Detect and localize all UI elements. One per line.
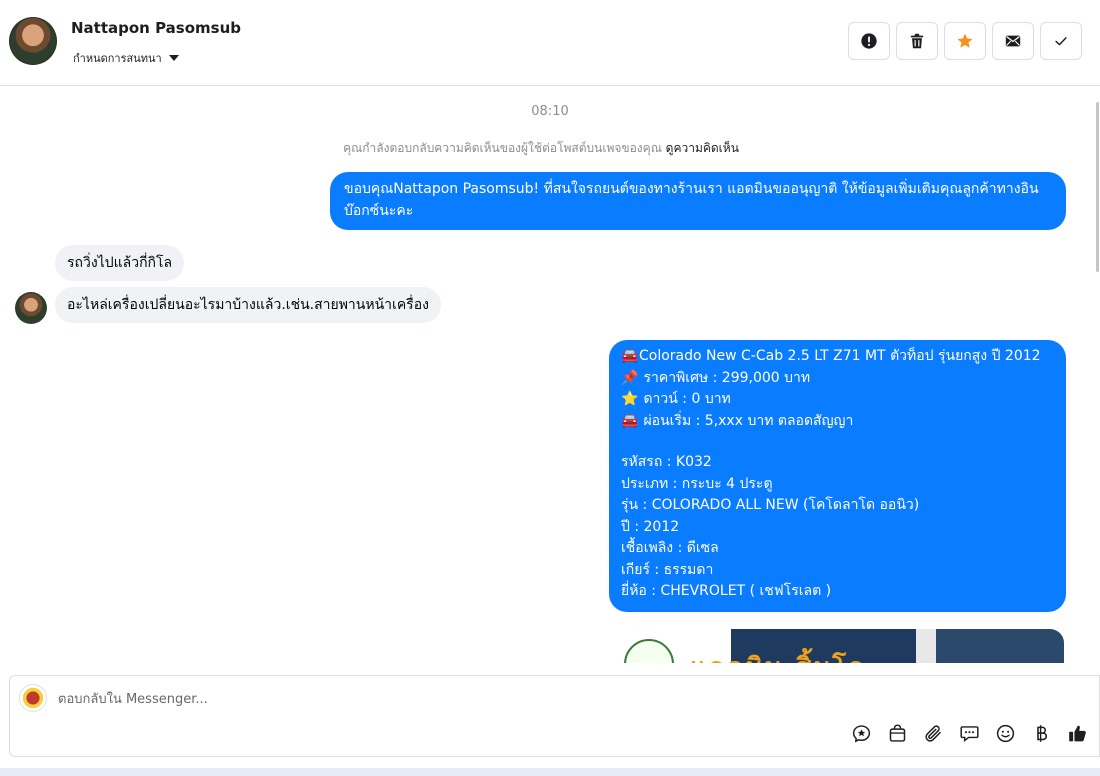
payment-button[interactable] — [1029, 721, 1053, 745]
quick-reply-button[interactable] — [957, 721, 981, 745]
car-icon: 🚘 — [621, 348, 639, 364]
paperclip-icon — [924, 724, 941, 742]
reply-input[interactable] — [58, 688, 958, 710]
mark-unread-button[interactable] — [992, 22, 1034, 60]
listing-price-line: 📌 ราคาพิเศษ : 299,000 บาท — [621, 368, 1054, 390]
message-list[interactable]: 08:10 คุณกำลังตอบกลับความคิดเห็นของผู้ใช… — [0, 87, 1100, 663]
listing-installment: ผ่อนเริ่ม : 5,xxx บาท ตลอดสัญญา — [643, 412, 854, 429]
reply-composer — [9, 675, 1100, 757]
like-button[interactable] — [1065, 721, 1089, 745]
trash-icon — [910, 33, 924, 49]
mark-spam-button[interactable] — [848, 22, 890, 60]
sender-avatar[interactable] — [15, 292, 47, 324]
composer-toolbar — [849, 721, 1089, 745]
message-text: รถวิ่งไปแล้วกี่กิโล — [67, 255, 173, 271]
check-icon — [1055, 37, 1067, 46]
message-timestamp: 08:10 — [531, 104, 569, 119]
assign-conversation-dropdown[interactable]: กำหนดการสนทนา — [73, 49, 179, 67]
caret-down-icon — [168, 55, 179, 61]
notice-text: คุณกำลังตอบกลับความคิดเห็นของผู้ใช้ต่อโพ… — [343, 141, 662, 155]
thread-header: Nattapon Pasomsub กำหนดการสนทนา — [0, 0, 1100, 86]
listing-headline-line: 🚘Colorado New C-Cab 2.5 LT Z71 MT ตัวท็อ… — [621, 346, 1054, 368]
exclamation-circle-icon — [861, 33, 877, 49]
car-ad-image[interactable]: แอดมิน สิ้มโอ — [616, 629, 1064, 663]
scrollbar-thumb[interactable] — [1096, 102, 1099, 272]
star-button[interactable] — [944, 22, 986, 60]
car-listing-message[interactable]: 🚘Colorado New C-Cab 2.5 LT Z71 MT ตัวท็อ… — [609, 340, 1066, 612]
image-caption: แอดมิน สิ้มโอ — [690, 647, 866, 663]
dealer-logo — [624, 639, 674, 663]
listing-brand: ยี่ห้อ : CHEVROLET ( เชฟโรเลต ) — [621, 583, 832, 599]
incoming-message[interactable]: รถวิ่งไปแล้วกี่กิโล — [55, 245, 185, 281]
star-icon — [957, 33, 973, 48]
listing-model: รุ่น : COLORADO ALL NEW (โคโดลาโด ออนิว) — [621, 497, 920, 513]
view-comment-link[interactable]: ดูความคิดเห็น — [666, 141, 739, 155]
outgoing-message[interactable]: ขอบคุณNattapon Pasomsub! ที่สนใจรถยนต์ขอ… — [330, 172, 1066, 230]
message-text: อะไหล่เครื่องเปลี่ยนอะไรมาบ้างแล้ว.เช่น.… — [67, 297, 429, 313]
listing-gear: เกียร์ : ธรรมดา — [621, 561, 714, 578]
thumbs-up-icon — [1068, 725, 1086, 741]
message-text: ขอบคุณNattapon Pasomsub! ที่สนใจรถยนต์ขอ… — [344, 181, 1039, 219]
bottom-strip — [0, 768, 1100, 776]
smiley-icon — [996, 724, 1014, 742]
messenger-inbox-thread: Nattapon Pasomsub กำหนดการสนทนา 08:10 คุ… — [0, 0, 1100, 776]
listing-year: ปี : 2012 — [621, 518, 680, 535]
listing-price: ราคาพิเศษ : 299,000 บาท — [643, 369, 811, 386]
baht-icon — [1036, 724, 1047, 742]
shop-button[interactable] — [885, 721, 909, 745]
listing-code: รหัสรถ : K032 — [621, 454, 712, 470]
saved-reply-button[interactable] — [849, 721, 873, 745]
star-emoji-icon: ⭐ — [621, 391, 639, 407]
star-bubble-icon — [852, 724, 870, 742]
thread-actions — [848, 22, 1082, 60]
listing-down-line: ⭐ ดาวน์ : 0 บาท — [621, 389, 1054, 411]
listing-installment-line: 🚘 ผ่อนเริ่ม : 5,xxx บาท ตลอดสัญญา — [621, 411, 1054, 433]
shopping-bag-icon — [889, 724, 905, 742]
incoming-message[interactable]: อะไหล่เครื่องเปลี่ยนอะไรมาบ้างแล้ว.เช่น.… — [55, 287, 441, 323]
assign-label: กำหนดการสนทนา — [73, 52, 162, 65]
envelope-icon — [1005, 35, 1021, 47]
listing-type: ประเภท : กระบะ 4 ประตู — [621, 475, 773, 492]
car-icon: 🚘 — [621, 412, 639, 429]
mark-done-button[interactable] — [1040, 22, 1082, 60]
contact-name[interactable]: Nattapon Pasomsub — [71, 19, 241, 37]
emoji-button[interactable] — [993, 721, 1017, 745]
contact-avatar[interactable] — [9, 17, 57, 65]
listing-fuel: เชื้อเพลิง : ดีเซล — [621, 540, 719, 556]
listing-down: ดาวน์ : 0 บาท — [643, 391, 731, 407]
attach-button[interactable] — [921, 721, 945, 745]
listing-headline: Colorado New C-Cab 2.5 LT Z71 MT ตัวท็อป… — [639, 348, 1041, 364]
comment-reply-notice: คุณกำลังตอบกลับความคิดเห็นของผู้ใช้ต่อโพ… — [0, 139, 1082, 158]
delete-button[interactable] — [896, 22, 938, 60]
page-avatar — [19, 684, 47, 712]
pushpin-icon: 📌 — [621, 369, 639, 386]
chat-bubbles-icon — [959, 725, 979, 742]
